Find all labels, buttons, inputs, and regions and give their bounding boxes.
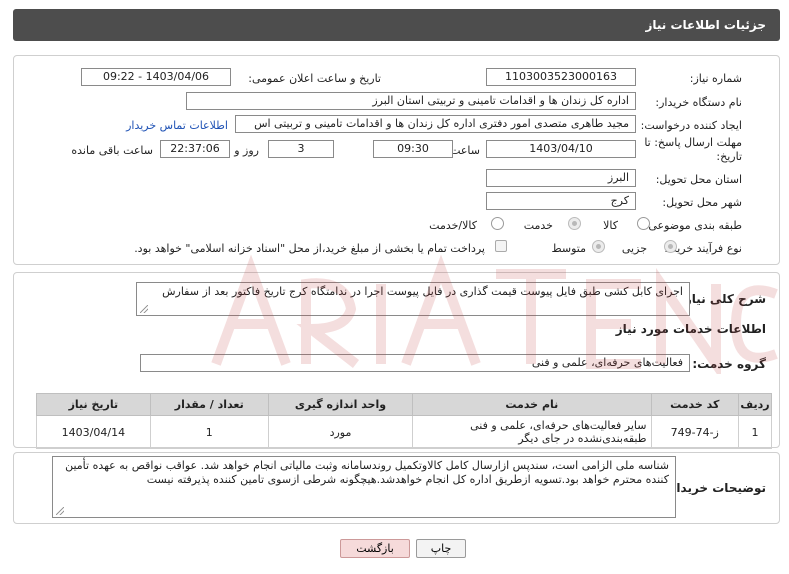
- process-radio-minor[interactable]: [664, 240, 677, 253]
- province-field: البرز: [486, 169, 636, 187]
- payment-note: پرداخت تمام یا بخشی از مبلغ خرید،از محل …: [134, 242, 485, 255]
- requester-field: مجید طاهری متصدی امور دفتری اداره کل زند…: [235, 115, 636, 133]
- category-option-goods-service: کالا/خدمت: [429, 219, 477, 232]
- col-index: ردیف: [737, 393, 773, 416]
- contact-buyer-link[interactable]: اطلاعات تماس خریدار: [126, 119, 228, 132]
- back-button[interactable]: بازگشت: [340, 539, 410, 558]
- cell-qty: 1: [149, 415, 269, 449]
- service-group-field: فعالیت‌های حرفه‌ای، علمی و فنی: [140, 354, 690, 372]
- col-unit: واحد اندازه گیری: [267, 393, 414, 416]
- remaining-label: ساعت باقی مانده: [71, 144, 153, 157]
- table-header-row: ردیف کد خدمت نام خدمت واحد اندازه گیری ت…: [36, 393, 773, 416]
- buyer-org-field: اداره کل زندان ها و اقدامات تامینی و ترب…: [186, 92, 636, 110]
- cell-code: ز-74-749: [650, 415, 739, 449]
- col-qty: تعداد / مقدار: [149, 393, 269, 416]
- description-text: اجرای کابل کشی طبق فایل پیوست قیمت گذاری…: [162, 285, 683, 298]
- city-label: شهر محل تحویل:: [662, 196, 742, 209]
- resize-handle-icon[interactable]: [140, 305, 148, 313]
- cell-index: 1: [737, 415, 773, 449]
- buyer-notes-textarea: شناسه ملی الزامی است، سندپس ازارسال کامل…: [52, 456, 676, 518]
- province-label: استان محل تحویل:: [655, 173, 742, 186]
- cell-date: 1403/04/14: [36, 415, 151, 449]
- remaining-time-field: 22:37:06: [160, 140, 230, 158]
- page-title: جزئیات اطلاعات نیاز: [645, 18, 766, 32]
- buyer-org-label: نام دستگاه خریدار:: [655, 96, 742, 109]
- requester-label: ایجاد کننده درخواست:: [640, 119, 742, 132]
- category-option-goods: کالا: [603, 219, 618, 232]
- buyer-notes-label: توضیحات خریدار:: [664, 481, 766, 495]
- announce-field: 1403/04/06 - 09:22: [81, 68, 231, 86]
- category-radio-service[interactable]: [568, 217, 581, 230]
- print-button[interactable]: چاپ: [416, 539, 466, 558]
- col-name: نام خدمت: [412, 393, 652, 416]
- process-option-minor: جزیی: [621, 242, 647, 255]
- cell-unit: مورد: [267, 415, 414, 449]
- deadline-time-field: 09:30: [373, 140, 453, 158]
- days-label: روز و: [234, 144, 259, 157]
- col-code: کد خدمت: [650, 393, 739, 416]
- days-field: 3: [268, 140, 334, 158]
- cell-name: سایر فعالیت‌های حرفه‌ای، علمی و فنی طبقه…: [412, 415, 652, 449]
- process-radio-medium[interactable]: [592, 240, 605, 253]
- category-radio-goods[interactable]: [637, 217, 650, 230]
- page-header: جزئیات اطلاعات نیاز: [13, 9, 780, 41]
- announce-label: تاریخ و ساعت اعلان عمومی:: [248, 72, 381, 85]
- description-textarea: اجرای کابل کشی طبق فایل پیوست قیمت گذاری…: [136, 282, 690, 316]
- col-date: تاریخ نیاز: [36, 393, 151, 416]
- resize-handle-icon[interactable]: [56, 507, 64, 515]
- deadline-time-label: ساعت: [450, 144, 480, 157]
- service-group-label: گروه خدمت:: [692, 357, 766, 371]
- category-radio-goods-service[interactable]: [491, 217, 504, 230]
- category-option-service: خدمت: [523, 219, 553, 232]
- description-label: شرح کلی نیاز:: [680, 292, 766, 306]
- treasury-checkbox[interactable]: [495, 240, 507, 252]
- deadline-date-field: 1403/04/10: [486, 140, 636, 158]
- services-table: ردیف کد خدمت نام خدمت واحد اندازه گیری ت…: [36, 393, 773, 449]
- need-info-panel: [13, 55, 780, 265]
- services-section-title: اطلاعات خدمات مورد نیاز: [615, 322, 766, 336]
- buyer-notes-text: شناسه ملی الزامی است، سندپس ازارسال کامل…: [65, 459, 669, 486]
- need-number-label: شماره نیاز:: [689, 72, 742, 85]
- city-field: کرج: [486, 192, 636, 210]
- table-row: 1 ز-74-749 سایر فعالیت‌های حرفه‌ای، علمی…: [36, 415, 773, 449]
- need-number-field: 1103003523000163: [486, 68, 636, 86]
- process-option-medium: متوسط: [551, 242, 586, 255]
- category-label: طبقه بندی موضوعی:: [644, 219, 742, 232]
- deadline-label-2: تاریخ:: [716, 150, 742, 163]
- deadline-label-1: مهلت ارسال پاسخ: تا: [644, 136, 742, 149]
